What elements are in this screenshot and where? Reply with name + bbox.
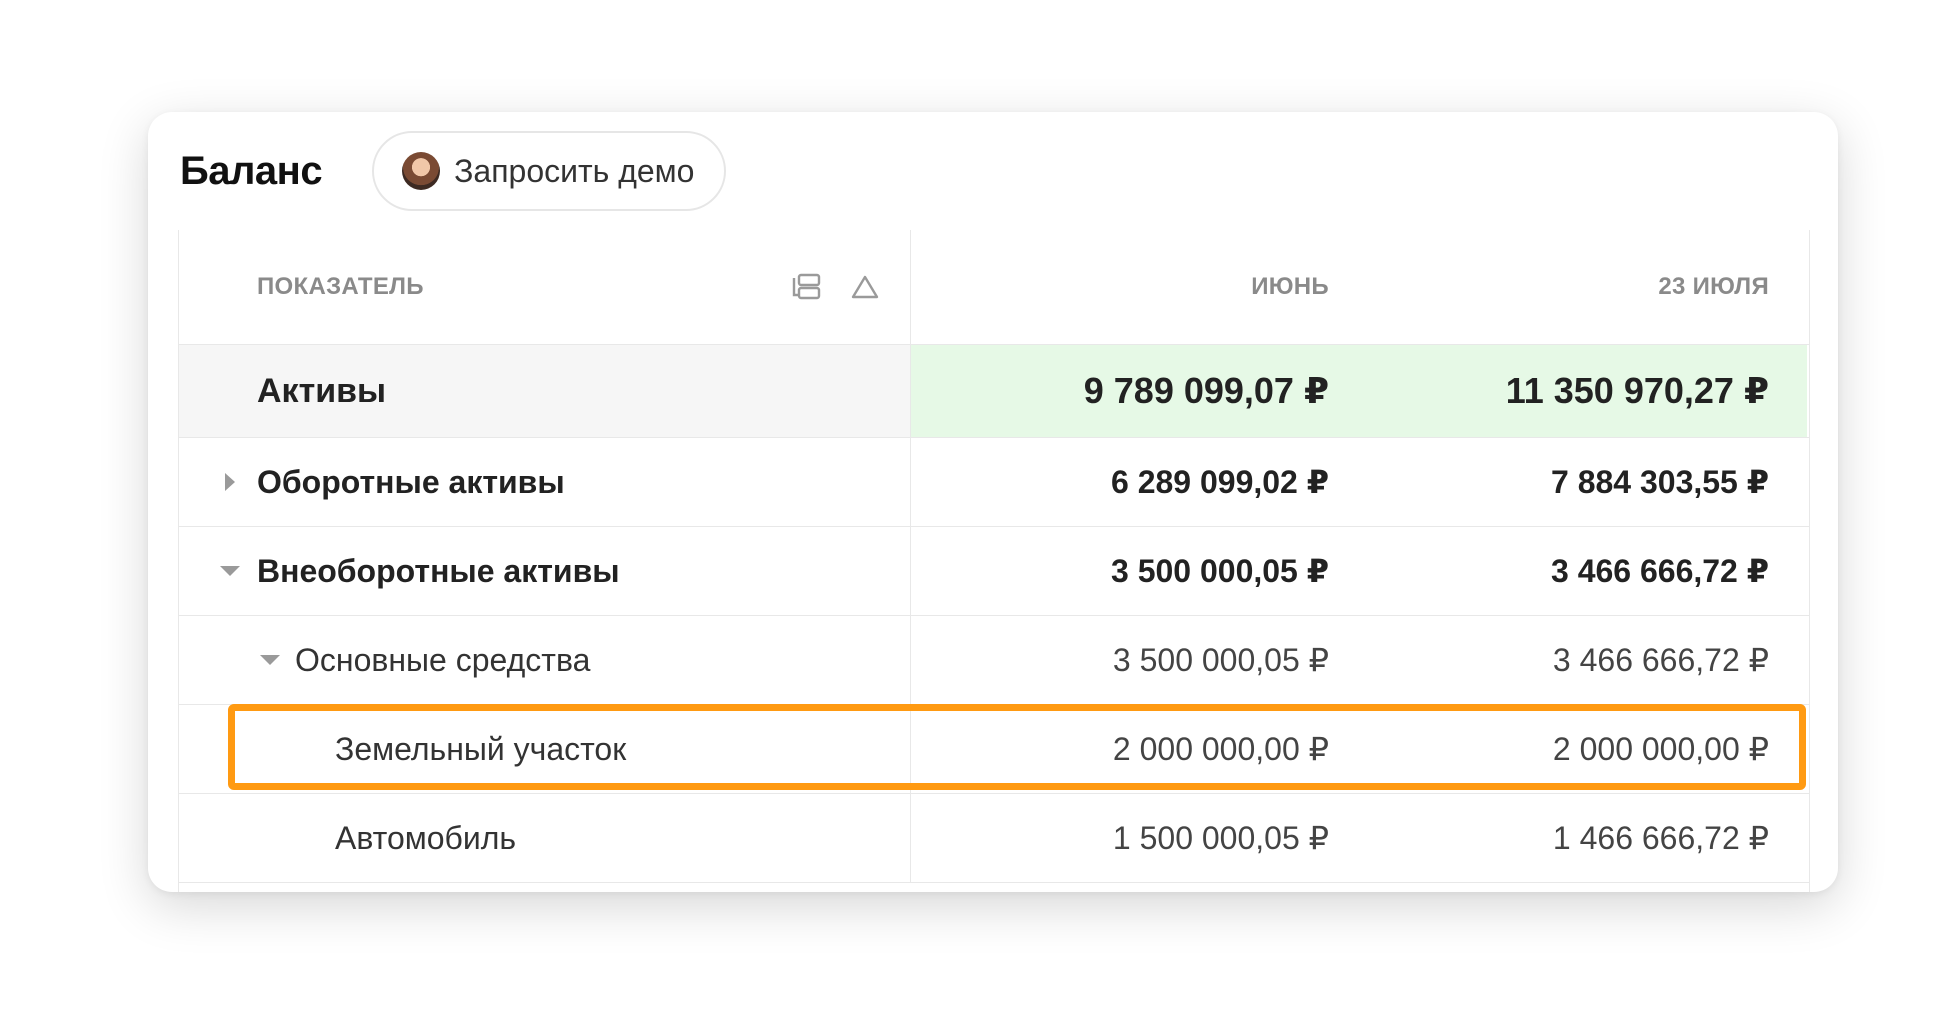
row-label: Автомобиль [335,819,517,856]
row-june-value: 3 500 000,05 ₽ [1112,642,1329,678]
row-label: Оборотные активы [257,463,565,500]
table-row[interactable]: Основные средства 3 500 000,05 ₽ 3 466 6… [179,616,1809,705]
page-title: Баланс [180,148,323,193]
row-name-cell: Автомобиль [179,794,911,882]
row-june-cell: 6 289 099,02 ₽ [911,438,1359,526]
row-label: Внеоборотные активы [257,552,620,589]
sort-triangle-icon[interactable] [850,274,880,300]
row-label: Земельный участок [335,730,627,767]
row-july-value: 1 466 666,72 ₽ [1552,820,1769,856]
table-row[interactable]: Внеоборотные активы 3 500 000,05 ₽ 3 466… [179,527,1809,616]
total-june-value: 9 789 099,07 ₽ [1083,370,1329,411]
total-june-cell: 9 789 099,07 ₽ [911,345,1359,437]
row-july-value: 7 884 303,55 ₽ [1551,464,1769,500]
row-june-cell: 2 000 000,00 ₽ [911,705,1359,793]
june-column-header: ИЮНЬ [1251,273,1329,300]
row-june-value: 3 500 000,05 ₽ [1111,553,1329,589]
july-column-header: 23 ИЮЛЯ [1658,273,1769,300]
collapse-arrow-icon[interactable] [219,560,241,582]
request-demo-label: Запросить демо [454,152,695,189]
table-row[interactable]: Оборотные активы 6 289 099,02 ₽ 7 884 30… [179,438,1809,527]
balance-table: ПОКАЗАТЕЛЬ ИЮНЬ 23 ИЮЛЯ Активы 9 789 099… [178,230,1810,892]
row-name-cell: Оборотные активы [179,438,911,526]
collapse-rows-icon[interactable] [792,273,822,301]
card-header: Баланс Запросить демо [148,112,1838,230]
row-june-value: 2 000 000,00 ₽ [1112,731,1329,767]
row-july-cell: 3 466 666,72 ₽ [1359,527,1807,615]
row-name-cell: Внеоборотные активы [179,527,911,615]
row-label: Основные средства [295,641,591,678]
row-june-value: 1 500 000,05 ₽ [1112,820,1329,856]
table-header-row: ПОКАЗАТЕЛЬ ИЮНЬ 23 ИЮЛЯ [179,230,1809,345]
row-july-value: 3 466 666,72 ₽ [1551,553,1769,589]
total-row: Активы 9 789 099,07 ₽ 11 350 970,27 ₽ [179,345,1809,438]
table-row[interactable]: Автомобиль 1 500 000,05 ₽ 1 466 666,72 ₽ [179,794,1809,883]
july-column-header-cell: 23 ИЮЛЯ [1359,230,1807,344]
june-column-header-cell: ИЮНЬ [911,230,1359,344]
row-july-cell: 2 000 000,00 ₽ [1359,705,1807,793]
row-june-cell: 3 500 000,05 ₽ [911,527,1359,615]
row-name-cell: Земельный участок [179,705,911,793]
total-name-cell: Активы [179,345,911,437]
total-july-cell: 11 350 970,27 ₽ [1359,345,1807,437]
row-july-value: 2 000 000,00 ₽ [1552,731,1769,767]
total-label: Активы [257,371,387,410]
row-june-cell: 3 500 000,05 ₽ [911,616,1359,704]
row-june-value: 6 289 099,02 ₽ [1111,464,1329,500]
header-icons [792,273,880,301]
row-june-cell: 1 500 000,05 ₽ [911,794,1359,882]
avatar [402,152,441,190]
total-july-value: 11 350 970,27 ₽ [1505,370,1769,411]
request-demo-button[interactable]: Запросить демо [372,131,727,211]
balance-card: Баланс Запросить демо ПОКАЗАТЕЛЬ ИЮНЬ 23… [148,112,1838,892]
collapse-arrow-icon[interactable] [259,649,281,671]
row-name-cell: Основные средства [179,616,911,704]
expand-arrow-icon[interactable] [219,471,241,493]
indicator-column-header: ПОКАЗАТЕЛЬ [257,273,424,300]
indicator-header-cell: ПОКАЗАТЕЛЬ [179,230,911,344]
row-july-cell: 3 466 666,72 ₽ [1359,616,1807,704]
row-july-cell: 7 884 303,55 ₽ [1359,438,1807,526]
row-july-cell: 1 466 666,72 ₽ [1359,794,1807,882]
table-row[interactable]: Земельный участок 2 000 000,00 ₽ 2 000 0… [179,705,1809,794]
row-july-value: 3 466 666,72 ₽ [1552,642,1769,678]
